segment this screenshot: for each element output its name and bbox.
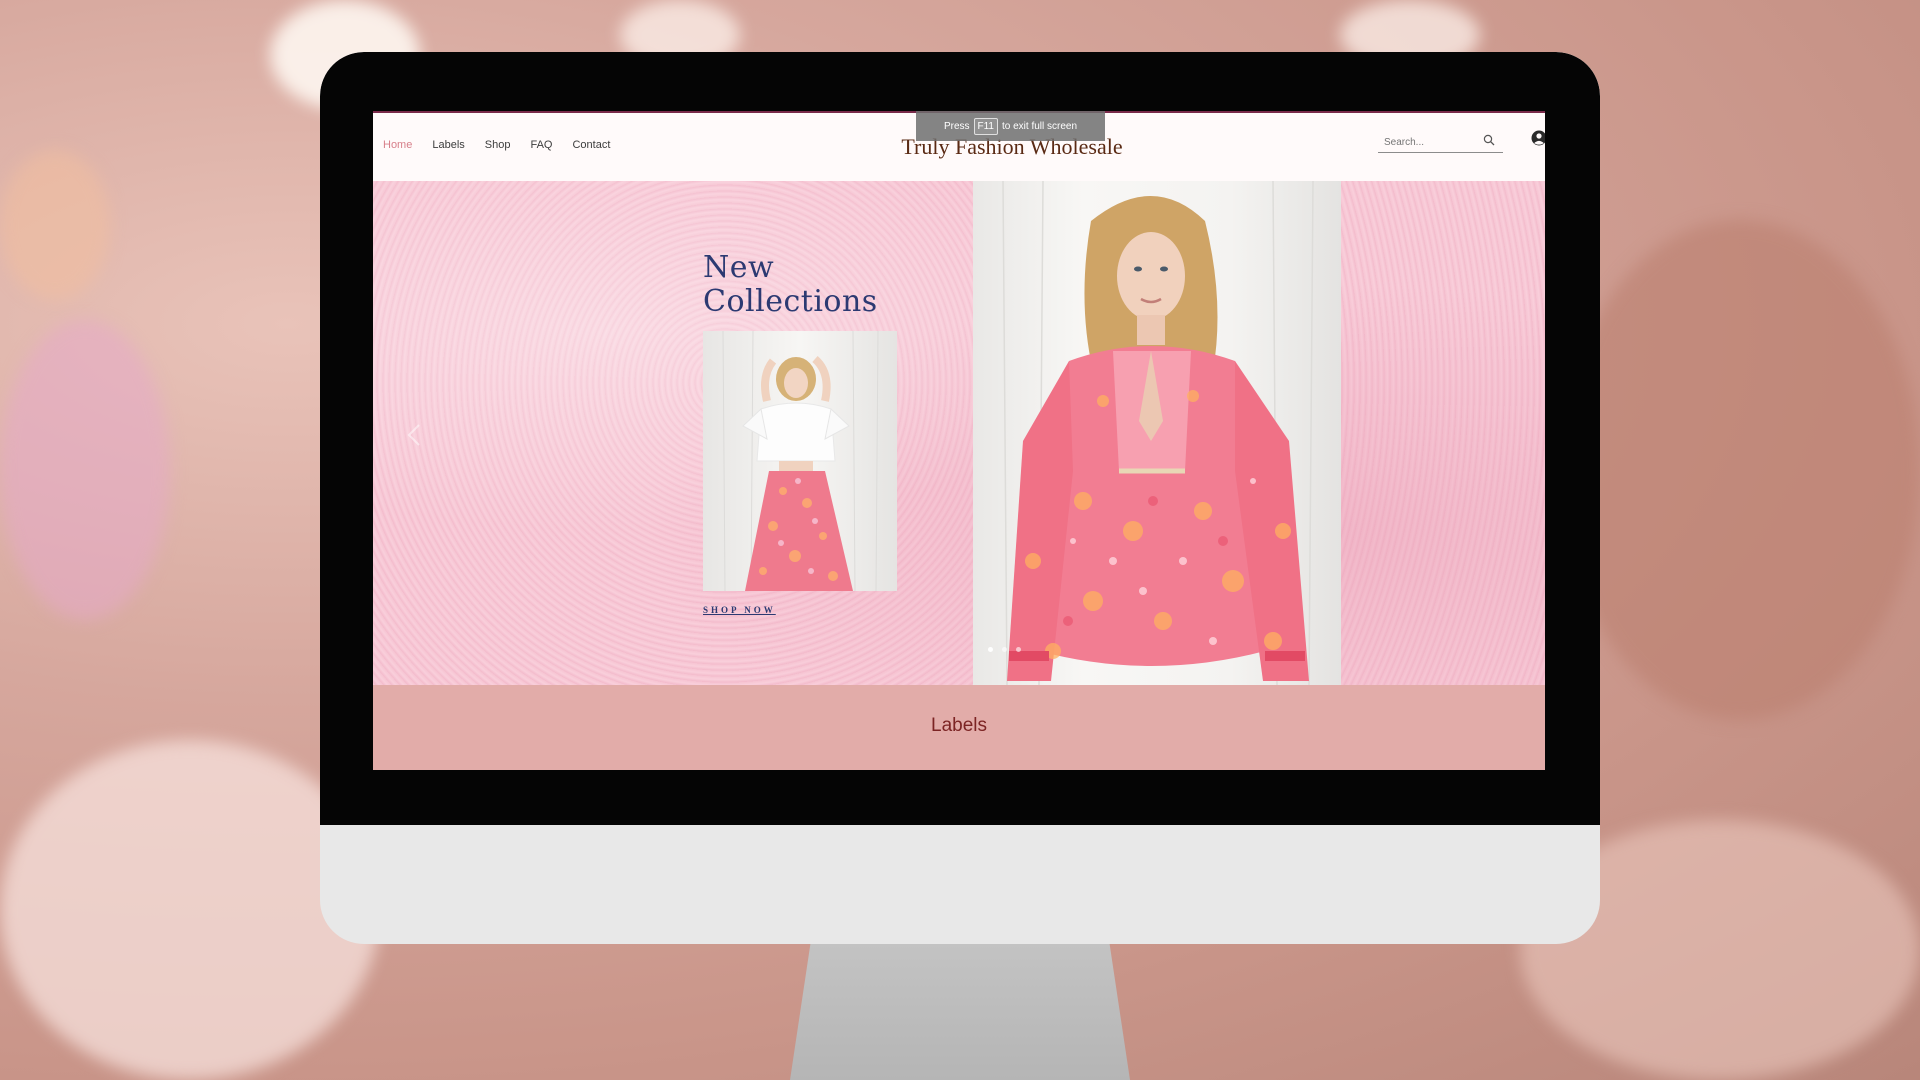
background-bokeh [0, 150, 110, 300]
hero-title: New Collections [703, 251, 903, 319]
background-bokeh [1560, 220, 1920, 720]
nav-item-labels[interactable]: Labels [432, 139, 464, 151]
collection-thumbnail-image[interactable] [703, 331, 897, 591]
labels-section: Labels [373, 685, 1545, 770]
slider-dots [988, 647, 1021, 652]
fullscreen-notice-suffix: to exit full screen [1002, 120, 1078, 132]
website-screen: Home Labels Shop FAQ Contact Truly Fashi… [373, 111, 1545, 770]
nav-item-contact[interactable]: Contact [572, 139, 610, 151]
user-icon[interactable] [1531, 130, 1545, 150]
nav-item-home[interactable]: Home [383, 139, 412, 151]
fullscreen-notice-prefix: Press [943, 120, 970, 132]
main-nav: Home Labels Shop FAQ Contact [383, 139, 610, 151]
fullscreen-notice-key: F11 [973, 117, 998, 135]
search-icon[interactable] [1483, 134, 1495, 146]
slider-dot-2[interactable] [1002, 647, 1007, 652]
hero-title-line2: Collections [703, 284, 878, 319]
slider-dot-3[interactable] [1016, 647, 1021, 652]
monitor-stand [790, 944, 1130, 1080]
hero-slider: New Collections SHOP NOW [373, 181, 1545, 685]
hero-background [373, 181, 1545, 685]
shop-now-link[interactable]: SHOP NOW [703, 605, 776, 615]
nav-item-shop[interactable]: Shop [485, 139, 511, 151]
model-thumbnail-illustration [703, 331, 897, 591]
chevron-left-icon[interactable] [407, 423, 421, 447]
fullscreen-notice: Press F11 to exit full screen [916, 111, 1105, 141]
featured-model-image[interactable] [973, 181, 1341, 685]
hero-title-line1: New [703, 250, 775, 285]
labels-section-title: Labels [931, 715, 987, 736]
search-input[interactable] [1378, 132, 1484, 153]
background-bokeh [0, 320, 170, 620]
model-blouse-illustration [973, 181, 1341, 685]
slider-dot-1[interactable] [988, 647, 993, 652]
nav-item-faq[interactable]: FAQ [530, 139, 552, 151]
search-box [1378, 130, 1503, 153]
